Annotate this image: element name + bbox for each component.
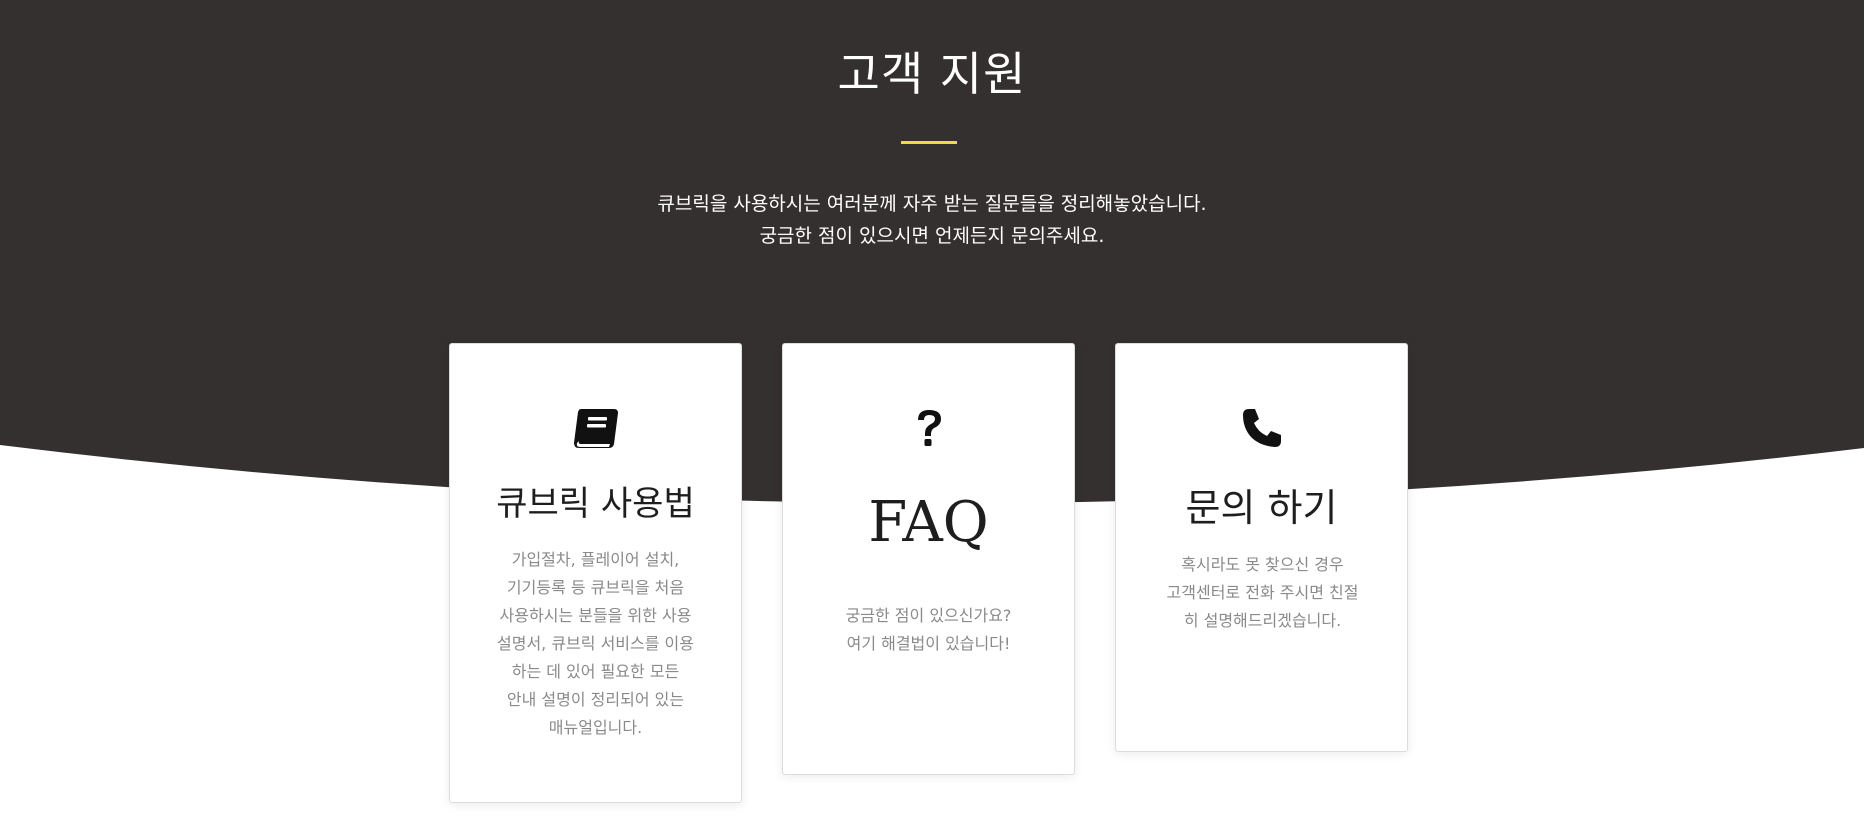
hero-description: 큐브릭을 사용하시는 여러분께 자주 받는 질문들을 정리해놓았습니다. 궁금한… [0,188,1864,252]
card-description-line: 하는 데 있어 필요한 모든 [511,662,680,681]
card-description-line: 매뉴얼입니다. [548,718,643,737]
card-description: 혹시라도 못 찾으신 경우 고객센터로 전화 주시면 친절 히 설명해드리겠습니… [1152,551,1373,635]
card-title: 문의 하기 [1185,486,1338,530]
book-icon [450,404,741,452]
card-description: 가입절차, 플레이어 설치, 기기등록 등 큐브릭을 처음 사용하시는 분들을 … [490,546,701,742]
phone-icon [1116,404,1407,452]
card-contact[interactable]: 문의 하기 혹시라도 못 찾으신 경우 고객센터로 전화 주시면 친절 히 설명… [1115,343,1408,752]
card-title: FAQ [868,490,989,555]
card-title: 큐브릭 사용법 [496,484,695,524]
hero-description-line: 큐브릭을 사용하시는 여러분께 자주 받는 질문들을 정리해놓았습니다. [657,193,1207,215]
page-title: 고객 지원 [837,47,1027,101]
card-description-line: 안내 설명이 정리되어 있는 [506,690,685,709]
card-description-line: 설명서, 큐브릭 서비스를 이용 [497,634,694,653]
card-user-guide[interactable]: 큐브릭 사용법 가입절차, 플레이어 설치, 기기등록 등 큐브릭을 처음 사용… [449,343,742,803]
card-faq[interactable]: FAQ 궁금한 점이 있으신가요? 여기 해결법이 있습니다! [782,343,1075,775]
card-description: 궁금한 점이 있으신가요? 여기 해결법이 있습니다! [823,602,1034,658]
card-description-line: 기기등록 등 큐브릭을 처음 [506,578,685,597]
hero-description-line: 궁금한 점이 있으시면 언제든지 문의주세요. [759,225,1105,247]
title-divider [901,141,957,144]
card-description-line: 히 설명해드리겠습니다. [1183,611,1342,630]
card-description-line: 여기 해결법이 있습니다! [846,634,1011,653]
question-mark-icon [783,404,1074,452]
card-description-line: 사용하시는 분들을 위한 사용 [499,606,692,625]
card-description-line: 가입절차, 플레이어 설치, [511,550,680,569]
customer-support-page: 고객 지원 큐브릭을 사용하시는 여러분께 자주 받는 질문들을 정리해놓았습니… [0,0,1864,829]
card-description-line: 고객센터로 전화 주시면 친절 [1166,583,1359,602]
card-description-line: 궁금한 점이 있으신가요? [845,606,1012,625]
card-description-line: 혹시라도 못 찾으신 경우 [1181,555,1344,574]
